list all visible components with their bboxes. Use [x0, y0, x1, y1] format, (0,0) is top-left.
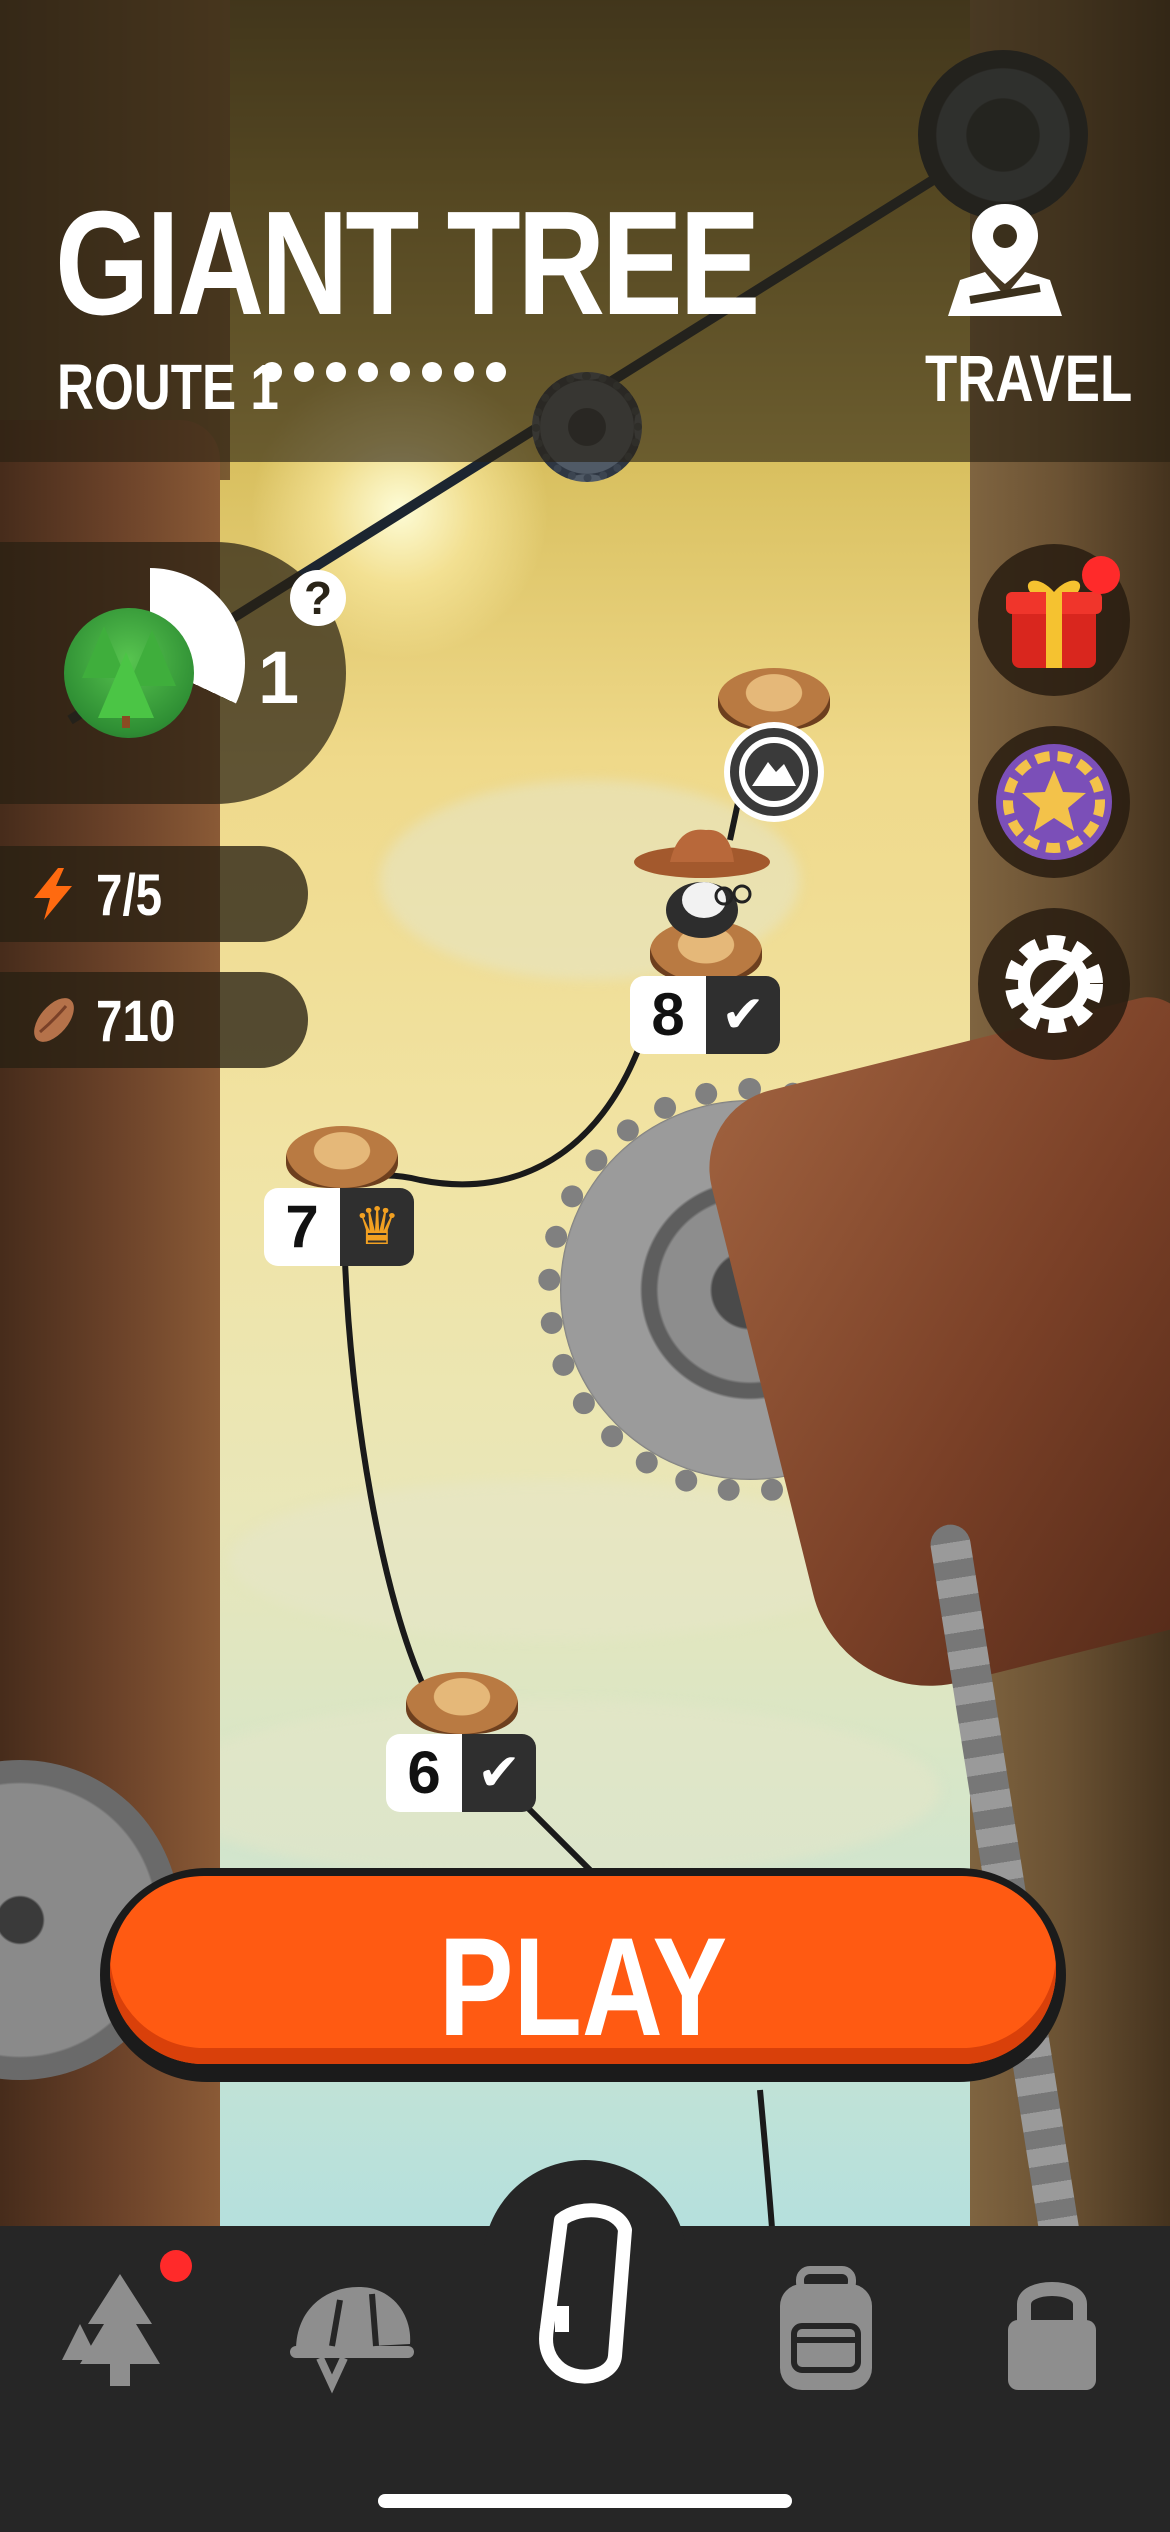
route-dot [262, 362, 282, 382]
helmet-icon [290, 2287, 414, 2394]
level-node-6[interactable]: 6 ✔ [386, 1734, 536, 1812]
checkmark-icon: ✔ [706, 976, 780, 1054]
achievements-button[interactable] [978, 726, 1130, 878]
tab-locked[interactable] [982, 2260, 1122, 2400]
route-dot [422, 362, 442, 382]
mountain-peak-icon [724, 722, 824, 822]
home-indicator [378, 2494, 792, 2508]
crown-icon: ♛ [340, 1188, 414, 1266]
player-level-number: 1 [258, 636, 300, 719]
area-title: GIANT TREE [55, 181, 760, 346]
header-bar: GIANT TREE ROUTE 1 TRAVEL [0, 0, 1170, 462]
level-node-7[interactable]: 7 ♛ [264, 1188, 414, 1266]
backpack-icon [780, 2266, 872, 2390]
route-label: ROUTE 1 [57, 351, 279, 423]
nuts-counter[interactable]: 710 [0, 972, 308, 1068]
gear-wrench-settings-icon [1005, 935, 1103, 1033]
gift-button[interactable] [978, 544, 1130, 696]
help-icon[interactable]: ? [290, 570, 346, 626]
level-node-8[interactable]: 8 ✔ [630, 976, 780, 1054]
route-dot [390, 362, 410, 382]
checkmark-icon: ✔ [462, 1734, 536, 1812]
level-number: 6 [386, 1734, 462, 1812]
route-dot [358, 362, 378, 382]
play-button-face: PLAY [110, 1876, 1056, 2065]
travel-button[interactable]: TRAVEL [905, 200, 1132, 415]
level-9-nest[interactable] [718, 668, 830, 730]
level-number: 7 [264, 1188, 340, 1266]
route-dot [486, 362, 506, 382]
route-dot [326, 362, 346, 382]
tab-carabiner[interactable] [515, 2200, 655, 2384]
travel-label: TRAVEL [925, 341, 1133, 415]
lightning-icon [34, 868, 72, 920]
tab-backpack[interactable] [756, 2260, 896, 2400]
energy-counter[interactable]: 7/5 [0, 846, 308, 942]
route-dot [454, 362, 474, 382]
tab-helmet[interactable] [280, 2260, 420, 2400]
tab-tree[interactable] [50, 2250, 192, 2400]
star-laurel-badge-icon [996, 744, 1112, 860]
notification-dot [1082, 556, 1120, 594]
forest-avatar-icon [64, 608, 194, 738]
nuts-value: 710 [96, 989, 176, 1054]
level-6-nest[interactable] [406, 1672, 518, 1734]
carabiner-icon [539, 2203, 632, 2384]
tree-icon [62, 2274, 160, 2386]
badger-cowboy-mascot [630, 818, 780, 948]
level-number: 8 [630, 976, 706, 1054]
energy-value: 7/5 [96, 863, 163, 928]
play-button[interactable]: PLAY [100, 1868, 1066, 2082]
route-progress-dots [262, 362, 506, 382]
play-label: PLAY [438, 1908, 728, 2065]
almond-icon [34, 998, 74, 1042]
settings-button[interactable] [978, 908, 1130, 1060]
notification-dot [160, 2250, 192, 2282]
level-7-nest[interactable] [286, 1126, 398, 1188]
route-dot [294, 362, 314, 382]
lock-icon [1008, 2282, 1096, 2390]
map-pin-icon [940, 200, 1070, 320]
